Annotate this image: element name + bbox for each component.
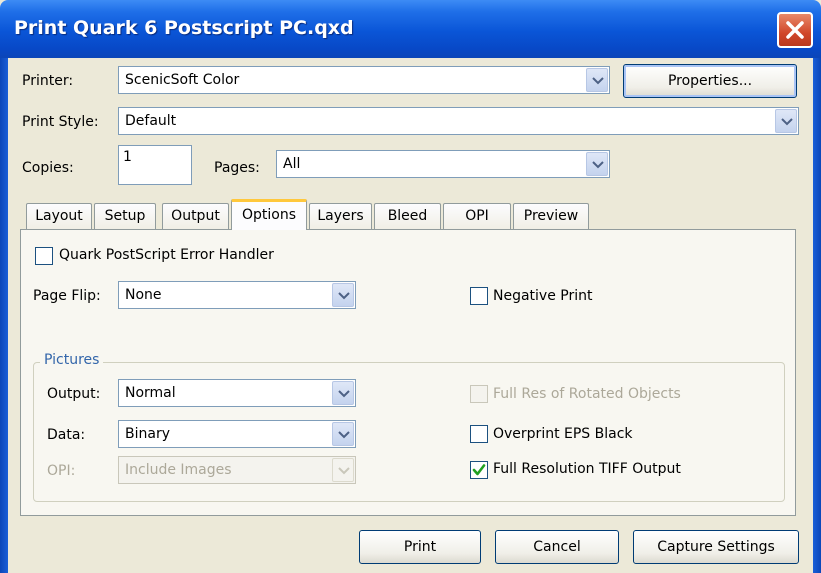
pages-value: All — [283, 156, 301, 172]
picture-output-label: Output: — [47, 386, 101, 402]
copies-input[interactable]: 1 — [118, 145, 192, 185]
chevron-down-icon — [592, 161, 604, 169]
print-button[interactable]: Print — [359, 530, 481, 564]
tab-preview[interactable]: Preview — [513, 203, 589, 229]
chevron-down-icon — [781, 118, 793, 126]
overprint-eps-checkbox[interactable] — [470, 425, 488, 443]
picture-data-select[interactable]: Binary — [118, 420, 356, 448]
picture-opi-dropdown-arrow — [332, 458, 354, 482]
close-icon — [786, 21, 804, 39]
window-frame-right — [813, 58, 821, 573]
picture-opi-label: OPI: — [47, 463, 76, 479]
close-button[interactable] — [777, 12, 813, 48]
picture-data-value: Binary — [125, 426, 170, 442]
tab-bleed[interactable]: Bleed — [374, 203, 441, 229]
printer-select[interactable]: ScenicSoft Color — [118, 66, 610, 94]
full-res-rotated-checkbox — [470, 385, 488, 403]
chevron-down-icon — [338, 292, 350, 300]
chevron-down-icon — [338, 431, 350, 439]
picture-data-dropdown-arrow[interactable] — [332, 422, 354, 446]
print-style-select[interactable]: Default — [118, 107, 799, 135]
picture-opi-select: Include Images — [118, 456, 356, 484]
chevron-down-icon — [338, 390, 350, 398]
page-flip-dropdown-arrow[interactable] — [332, 283, 354, 307]
tab-layout[interactable]: Layout — [26, 203, 92, 229]
negative-print-label: Negative Print — [493, 288, 593, 304]
tab-options[interactable]: Options — [231, 199, 307, 230]
picture-data-label: Data: — [47, 427, 86, 443]
pages-dropdown-arrow[interactable] — [586, 152, 608, 176]
print-style-label: Print Style: — [22, 114, 99, 130]
overprint-eps-label: Overprint EPS Black — [493, 426, 633, 442]
printer-label: Printer: — [22, 73, 74, 89]
error-handler-checkbox[interactable] — [35, 247, 53, 265]
title-bar: Print Quark 6 Postscript PC.qxd — [0, 0, 821, 58]
chevron-down-icon — [592, 77, 604, 85]
pages-label: Pages: — [214, 160, 260, 176]
tab-layers[interactable]: Layers — [309, 203, 372, 229]
chevron-down-icon — [338, 467, 350, 475]
print-style-value: Default — [125, 113, 177, 129]
tab-setup[interactable]: Setup — [94, 203, 156, 229]
tab-output[interactable]: Output — [162, 203, 229, 229]
picture-output-value: Normal — [125, 385, 176, 401]
negative-print-checkbox[interactable] — [470, 287, 488, 305]
capture-settings-button[interactable]: Capture Settings — [633, 530, 799, 564]
page-flip-label: Page Flip: — [33, 288, 101, 304]
tab-opi[interactable]: OPI — [443, 203, 511, 229]
printer-value: ScenicSoft Color — [125, 72, 240, 88]
picture-output-dropdown-arrow[interactable] — [332, 381, 354, 405]
full-res-rotated-label: Full Res of Rotated Objects — [493, 386, 681, 402]
pages-select[interactable]: All — [276, 150, 610, 178]
window-frame-left — [0, 58, 8, 573]
window-title: Print Quark 6 Postscript PC.qxd — [14, 17, 354, 39]
checkmark-icon — [472, 464, 486, 476]
full-res-tiff-label: Full Resolution TIFF Output — [493, 461, 681, 477]
print-style-dropdown-arrow[interactable] — [775, 109, 797, 133]
error-handler-label: Quark PostScript Error Handler — [59, 247, 274, 263]
picture-opi-value: Include Images — [125, 462, 232, 478]
page-flip-select[interactable]: None — [118, 281, 356, 309]
properties-button[interactable]: Properties... — [623, 64, 797, 98]
printer-dropdown-arrow[interactable] — [586, 68, 608, 92]
cancel-button[interactable]: Cancel — [495, 530, 619, 564]
pictures-group-title: Pictures — [40, 352, 104, 368]
copies-value: 1 — [123, 149, 132, 165]
page-flip-value: None — [125, 287, 162, 303]
copies-label: Copies: — [22, 160, 74, 176]
full-res-tiff-checkbox[interactable] — [470, 461, 488, 479]
picture-output-select[interactable]: Normal — [118, 379, 356, 407]
